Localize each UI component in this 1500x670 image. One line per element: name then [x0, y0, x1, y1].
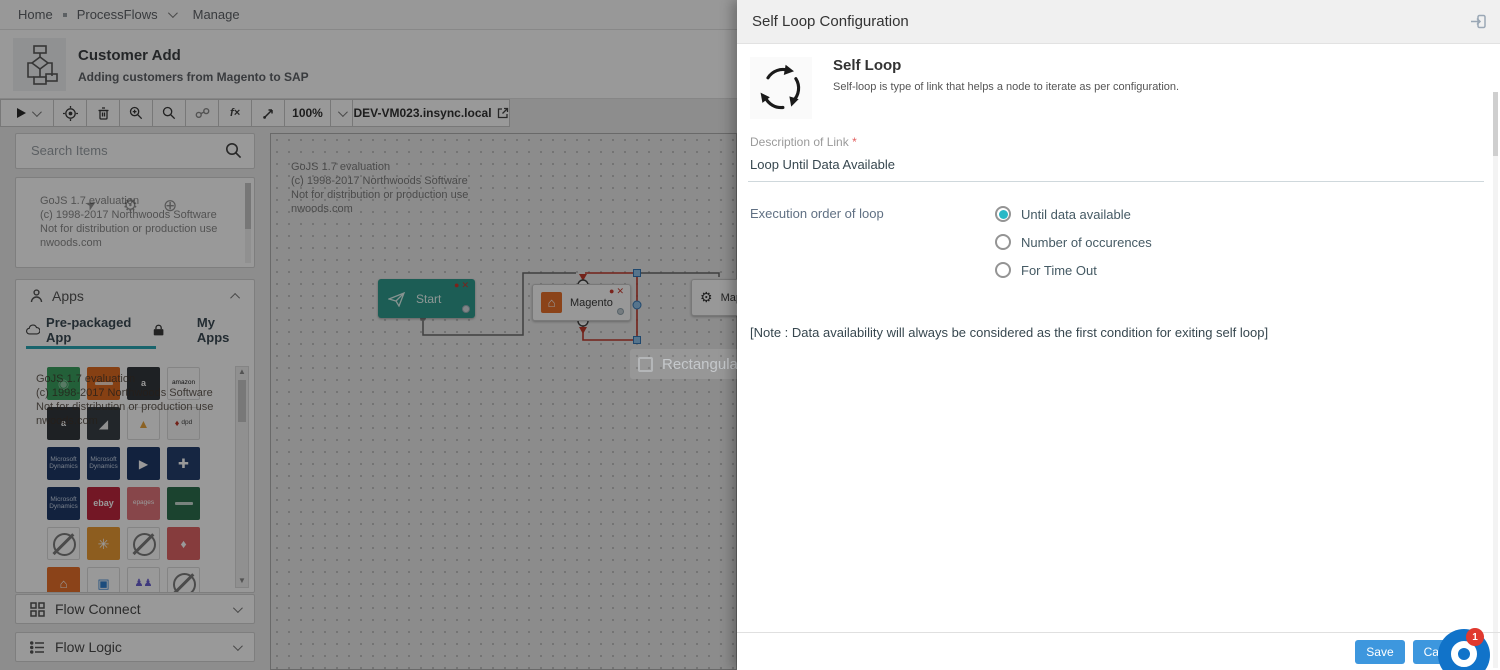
self-loop-description: Self-loop is type of link that helps a n…	[833, 81, 1179, 93]
self-loop-icon	[750, 57, 812, 119]
modal-dim-overlay[interactable]	[0, 0, 737, 670]
radio-label: Number of occurences	[1021, 235, 1152, 250]
input-underline	[748, 181, 1484, 182]
self-loop-heading: Self Loop	[833, 57, 901, 74]
execution-order-radio-group: Until data available Number of occurences…	[995, 200, 1152, 284]
snip-icon	[638, 357, 653, 372]
save-button[interactable]: Save	[1355, 640, 1404, 664]
panel-scrollbar[interactable]	[1493, 92, 1498, 668]
chat-notification-badge: 1	[1466, 628, 1484, 646]
radio-option[interactable]: For Time Out	[995, 256, 1152, 284]
note-text: [Note : Data availability will always be…	[750, 325, 1268, 340]
execution-order-label: Execution order of loop	[750, 206, 884, 221]
panel-title: Self Loop Configuration	[752, 13, 909, 30]
description-of-link-input[interactable]: Loop Until Data Available	[750, 157, 895, 172]
self-loop-config-panel: Self Loop Configuration Self Loop Self-l…	[737, 0, 1500, 670]
radio-label: For Time Out	[1021, 263, 1097, 278]
close-panel-icon[interactable]	[1470, 13, 1487, 30]
screen: Home ProcessFlows Manage Customer Add Ad…	[0, 0, 1500, 670]
required-asterisk: *	[852, 135, 857, 149]
radio-option[interactable]: Until data available	[995, 200, 1152, 228]
radio-option[interactable]: Number of occurences	[995, 228, 1152, 256]
panel-footer: Save Cancel	[737, 632, 1500, 670]
description-of-link-label: Description of Link *	[750, 135, 857, 149]
panel-body: Self Loop Self-loop is type of link that…	[737, 44, 1500, 632]
radio-label: Until data available	[1021, 207, 1131, 222]
panel-header: Self Loop Configuration	[737, 0, 1500, 44]
radio-circle-icon[interactable]	[995, 234, 1011, 250]
radio-circle-icon[interactable]	[995, 206, 1011, 222]
radio-circle-icon[interactable]	[995, 262, 1011, 278]
